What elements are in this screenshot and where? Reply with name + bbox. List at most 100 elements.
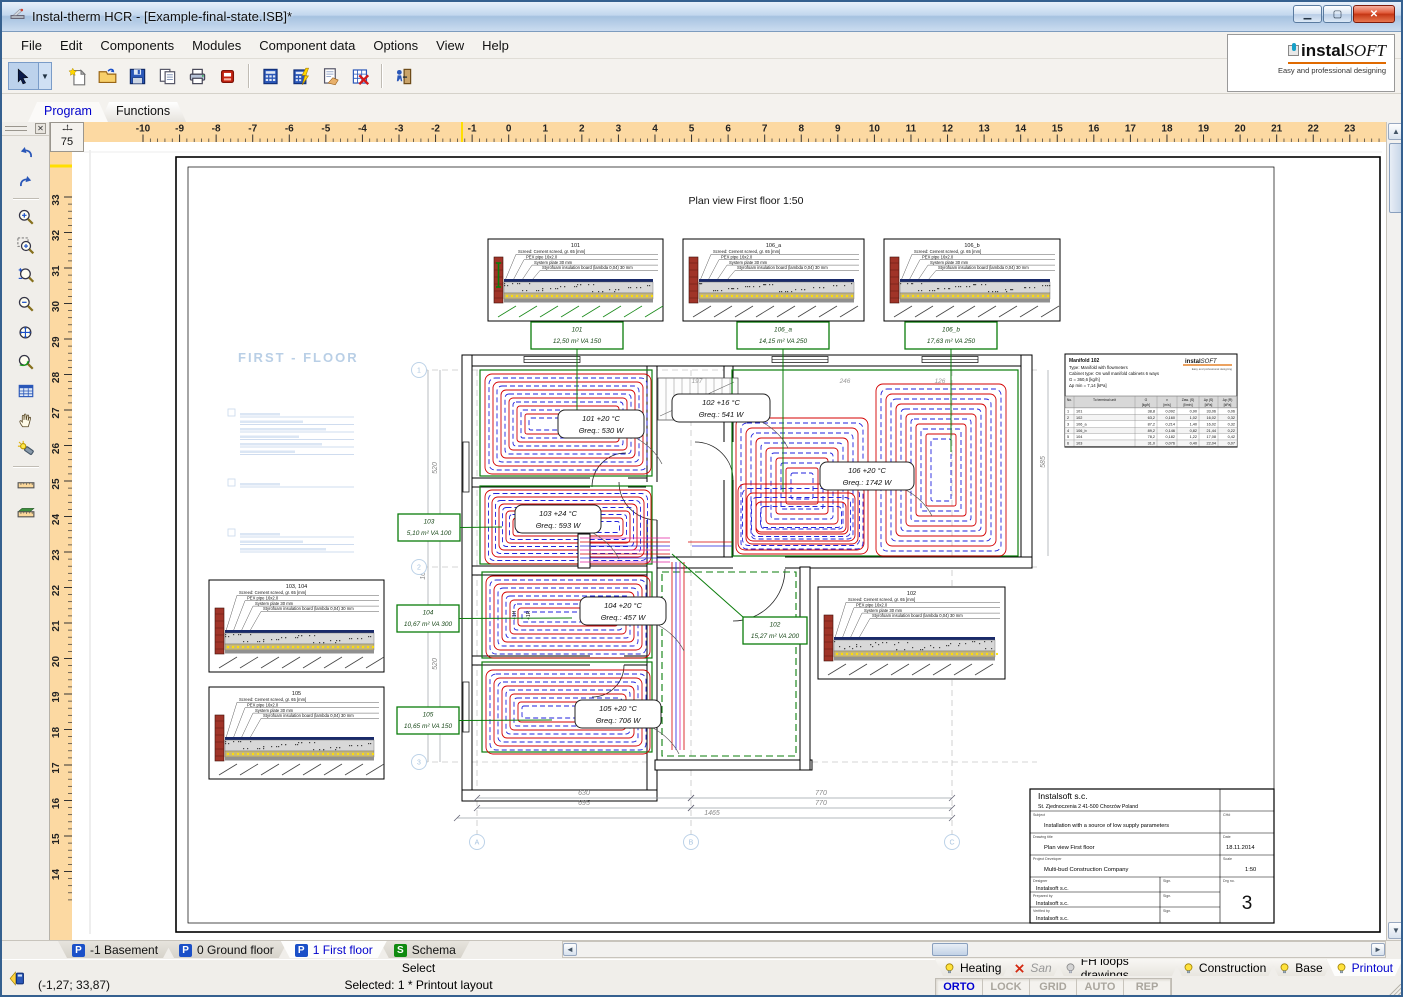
svg-text:0,182: 0,182 (1165, 435, 1175, 439)
zoom-plus-minus-button[interactable] (11, 261, 41, 288)
menu-item-help[interactable]: Help (473, 34, 518, 57)
mode-tab-printout[interactable]: Printout (1327, 959, 1403, 976)
maximize-button[interactable]: ▢ (1323, 5, 1352, 23)
svg-text:1,40: 1,40 (1190, 422, 1197, 426)
menu-item-edit[interactable]: Edit (51, 34, 91, 57)
print-setup-icon (218, 67, 237, 86)
floor-tab-0-ground-floor[interactable]: P0 Ground floor (165, 941, 288, 958)
area-label-104[interactable]: 10410,67 m² VA 300 (397, 605, 459, 632)
mode-tab-construction[interactable]: Construction (1174, 959, 1276, 976)
tab-functions[interactable]: Functions (100, 102, 186, 122)
scroll-left-icon[interactable]: ◄ (563, 943, 577, 956)
svg-text:-8: -8 (212, 124, 221, 135)
area-label-103[interactable]: 1035,10 m² VA 100 (398, 514, 460, 541)
detail-box-106-a[interactable]: 106_aScreed: Cement screed, gr. 65 [mm]P… (683, 239, 864, 321)
drawing-canvas[interactable]: Plan view First floor 1:50FIRST - FLOOR+… (72, 142, 1386, 940)
svg-text:102 +16 °C: 102 +16 °C (702, 398, 740, 407)
resize-grip[interactable] (1389, 984, 1403, 997)
check-data-button[interactable] (316, 62, 344, 90)
room-tag-104[interactable]: 104 +20 °CΘreq.: 457 W (580, 597, 666, 625)
redo-button[interactable] (11, 167, 41, 194)
quick-calculations-button[interactable] (286, 62, 314, 90)
measure-area-button[interactable] (11, 500, 41, 527)
menu-item-component-data[interactable]: Component data (250, 34, 364, 57)
exit-button[interactable] (389, 62, 417, 90)
toggle-rep[interactable]: REP (1124, 979, 1171, 995)
zoom-previous-icon (17, 353, 35, 371)
zoom-level-box[interactable]: 75 (50, 122, 84, 152)
pan-hand-button[interactable] (11, 406, 41, 433)
scroll-up-icon[interactable]: ▲ (1388, 123, 1403, 140)
zoom-all-button[interactable] (11, 319, 41, 346)
title-block[interactable]: Instalsoft s.c.St. Zjednoczenia 2 41-500… (1030, 789, 1274, 923)
svg-text:PEX pipe 16x2.0: PEX pipe 16x2.0 (721, 254, 753, 259)
undo-button[interactable] (11, 138, 41, 165)
select-tool-dropdown-icon[interactable]: ▼ (39, 63, 51, 89)
toggle-lock[interactable]: LOCK (983, 979, 1030, 995)
area-label-105[interactable]: 10510,65 m² VA 150 (397, 707, 459, 734)
manifold-table[interactable]: Manifold 102Type: Manifold with flowmete… (1065, 354, 1237, 447)
mode-tab-base[interactable]: Base (1270, 959, 1332, 976)
minimize-button[interactable]: ▁ (1293, 5, 1322, 23)
detail-box-105[interactable]: 105Screed: Cement screed, gr. 65 [mm]PEX… (209, 687, 384, 779)
room-tag-102[interactable]: 102 +16 °CΘreq.: 541 W (672, 394, 770, 422)
svg-text:5: 5 (1067, 435, 1069, 439)
clear-results-button[interactable] (346, 62, 374, 90)
close-button[interactable]: ✕ (1353, 5, 1395, 23)
selection-label: Selected: 1 * Printout layout (232, 978, 605, 992)
area-label-101[interactable]: 10112,50 m² VA 150 (531, 322, 623, 349)
vertical-scrollbar[interactable]: ▲ ▼ (1386, 122, 1403, 940)
print-setup-button[interactable] (213, 62, 241, 90)
area-label-102[interactable]: 10215,27 m² VA 200 (743, 617, 807, 644)
panel-close-icon[interactable]: ✕ (35, 123, 46, 134)
zoom-area-button[interactable] (11, 232, 41, 259)
new-file-button[interactable] (63, 62, 91, 90)
open-file-button[interactable] (93, 62, 121, 90)
room-tag-103[interactable]: 103 +24 °CΘreq.: 593 W (515, 505, 601, 533)
mode-tab-heating[interactable]: Heating (935, 959, 1011, 976)
horizontal-scrollbar[interactable]: ◄ ► (562, 941, 1386, 958)
vertical-scroll-thumb[interactable] (1389, 143, 1403, 213)
tab-program[interactable]: Program (28, 102, 108, 122)
copy-button[interactable] (153, 62, 181, 90)
detail-box-106-b[interactable]: 106_bScreed: Cement screed, gr. 65 [mm]P… (884, 239, 1060, 321)
panel-grip[interactable] (5, 126, 27, 131)
data-table-button[interactable] (11, 377, 41, 404)
floor-tab-schema[interactable]: SSchema (380, 941, 470, 958)
save-file-button[interactable] (123, 62, 151, 90)
scroll-right-icon[interactable]: ► (1371, 943, 1385, 956)
zoom-out-button[interactable] (11, 290, 41, 317)
toggle-grid[interactable]: GRID (1030, 979, 1077, 995)
room-tag-106[interactable]: 106 +20 °CΘreq.: 1742 W (820, 462, 914, 490)
measure-button[interactable] (11, 471, 41, 498)
printout-layout[interactable]: Plan view First floor 1:50FIRST - FLOOR+… (72, 142, 1386, 940)
detail-box-102[interactable]: 102Screed: Cement screed, gr. 65 [mm]PEX… (818, 587, 1005, 679)
menu-item-modules[interactable]: Modules (183, 34, 250, 57)
toggle-auto[interactable]: AUTO (1077, 979, 1124, 995)
floor-tab-1-first-floor[interactable]: P1 First floor (281, 941, 387, 958)
menu-item-view[interactable]: View (427, 34, 473, 57)
mode-tab-fh-loops-drawings[interactable]: FH loops drawings (1056, 959, 1180, 976)
svg-text:106_a: 106_a (1076, 422, 1087, 426)
zoom-in-button[interactable] (11, 203, 41, 230)
select-tool-button[interactable] (9, 63, 39, 89)
results-icon[interactable] (8, 970, 25, 992)
scroll-down-icon[interactable]: ▼ (1388, 922, 1403, 939)
toggle-orto[interactable]: ORTO (936, 979, 983, 995)
locate-button[interactable] (11, 435, 41, 462)
calculations-button[interactable] (256, 62, 284, 90)
print-button[interactable] (183, 62, 211, 90)
horizontal-scroll-thumb[interactable] (932, 943, 968, 956)
menu-item-options[interactable]: Options (364, 34, 427, 57)
area-label-106_a[interactable]: 106_a14,15 m² VA 250 (737, 322, 829, 349)
floor-tab-1-basement[interactable]: P-1 Basement (58, 941, 172, 958)
room-tag-101[interactable]: 101 +20 °CΘreq.: 530 W (558, 410, 644, 438)
zoom-previous-button[interactable] (11, 348, 41, 375)
room-tag-105[interactable]: 105 +20 °CΘreq.: 706 W (575, 700, 661, 728)
area-label-106_b[interactable]: 106_b17,63 m² VA 250 (905, 322, 997, 349)
menu-item-components[interactable]: Components (91, 34, 183, 57)
detail-box-103-104[interactable]: 103, 104Screed: Cement screed, gr. 65 [m… (209, 580, 384, 672)
mode-tab-san[interactable]: San (1005, 959, 1061, 976)
detail-box-101[interactable]: 101Screed: Cement screed, gr. 65 [mm]PEX… (488, 239, 663, 321)
menu-item-file[interactable]: File (12, 34, 51, 57)
